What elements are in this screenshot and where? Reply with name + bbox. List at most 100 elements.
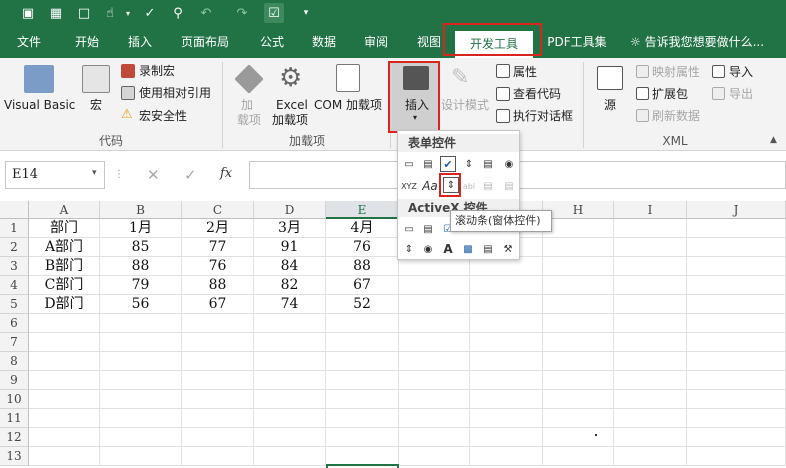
cell-c5[interactable]: 67: [182, 295, 254, 314]
cell-j10[interactable]: [687, 390, 786, 409]
cell-h3[interactable]: [543, 257, 614, 276]
option-button-control-icon[interactable]: ◉: [501, 156, 517, 172]
cell-e5[interactable]: 52: [326, 295, 399, 314]
relative-reference-button[interactable]: 使用相对引用: [139, 86, 211, 100]
cell-g13[interactable]: [470, 447, 543, 466]
row-header-3[interactable]: 3: [0, 257, 29, 276]
cell-h7[interactable]: [543, 333, 614, 352]
customize-quick-access-icon[interactable]: ▾: [296, 3, 316, 23]
cell-h5[interactable]: [543, 295, 614, 314]
cell-i2[interactable]: [614, 238, 687, 257]
cell-j9[interactable]: [687, 371, 786, 390]
activex-label-icon[interactable]: A: [440, 241, 456, 257]
excel-addins-button-line1[interactable]: Excel: [276, 98, 308, 112]
cell-d10[interactable]: [254, 390, 326, 409]
cell-b8[interactable]: [100, 352, 182, 371]
cell-i12[interactable]: [614, 428, 687, 447]
cell-i4[interactable]: [614, 276, 687, 295]
column-header-j[interactable]: J: [687, 201, 786, 219]
list-box-control-icon[interactable]: ▤: [480, 156, 496, 172]
macro-button[interactable]: 宏: [90, 98, 102, 112]
cell-h10[interactable]: [543, 390, 614, 409]
cell-c11[interactable]: [182, 409, 254, 428]
record-macro-button[interactable]: 录制宏: [139, 64, 175, 78]
cell-d1[interactable]: 3月: [254, 219, 326, 238]
cell-h12[interactable]: [543, 428, 614, 447]
cell-e3[interactable]: 88: [326, 257, 399, 276]
cell-f6[interactable]: [399, 314, 470, 333]
cell-d6[interactable]: [254, 314, 326, 333]
properties-button[interactable]: 属性: [513, 65, 537, 79]
activex-toggle-icon[interactable]: ▤: [480, 241, 496, 257]
save-icon[interactable]: ▣: [18, 3, 38, 23]
import-button[interactable]: 导入: [729, 65, 753, 79]
tab-pdf-tools[interactable]: PDF工具集: [543, 27, 611, 58]
cell-e9[interactable]: [326, 371, 399, 390]
cell-b5[interactable]: 56: [100, 295, 182, 314]
activex-option-icon[interactable]: ◉: [420, 241, 436, 257]
cell-d12[interactable]: [254, 428, 326, 447]
row-header-9[interactable]: 9: [0, 371, 29, 390]
combo-box-control-icon[interactable]: ▤: [420, 156, 436, 172]
cell-e10[interactable]: [326, 390, 399, 409]
cell-f8[interactable]: [399, 352, 470, 371]
cancel-icon[interactable]: ✕: [147, 166, 160, 184]
row-header-7[interactable]: 7: [0, 333, 29, 352]
cell-f5[interactable]: [399, 295, 470, 314]
cell-a5[interactable]: D部门: [29, 295, 100, 314]
excel-addins-button-line2[interactable]: 加载项: [272, 113, 308, 127]
cell-j5[interactable]: [687, 295, 786, 314]
cell-b2[interactable]: 85: [100, 238, 182, 257]
cell-g4[interactable]: [470, 276, 543, 295]
tab-insert[interactable]: 插入: [121, 27, 159, 58]
column-header-a[interactable]: A: [29, 201, 100, 219]
cell-c4[interactable]: 88: [182, 276, 254, 295]
activex-image-icon[interactable]: ▩: [460, 241, 476, 257]
addins-button-line1[interactable]: 加: [241, 98, 253, 112]
cell-a7[interactable]: [29, 333, 100, 352]
cell-a9[interactable]: [29, 371, 100, 390]
cell-h6[interactable]: [543, 314, 614, 333]
cell-e4[interactable]: 67: [326, 276, 399, 295]
cell-h11[interactable]: [543, 409, 614, 428]
column-header-c[interactable]: C: [182, 201, 254, 219]
function-icon[interactable]: fx: [220, 166, 232, 181]
cell-g5[interactable]: [470, 295, 543, 314]
row-header-13[interactable]: 13: [0, 447, 29, 466]
cell-a4[interactable]: C部门: [29, 276, 100, 295]
view-code-button[interactable]: 查看代码: [513, 87, 561, 101]
tab-page-layout[interactable]: 页面布局: [174, 27, 236, 58]
row-header-10[interactable]: 10: [0, 390, 29, 409]
cell-j13[interactable]: [687, 447, 786, 466]
cell-a13[interactable]: [29, 447, 100, 466]
cell-f7[interactable]: [399, 333, 470, 352]
cell-j12[interactable]: [687, 428, 786, 447]
cell-c7[interactable]: [182, 333, 254, 352]
cell-f11[interactable]: [399, 409, 470, 428]
com-addins-button[interactable]: COM 加载项: [314, 98, 382, 112]
cell-i3[interactable]: [614, 257, 687, 276]
redo-icon[interactable]: ↷: [232, 3, 252, 23]
cell-g12[interactable]: [470, 428, 543, 447]
cell-e11[interactable]: [326, 409, 399, 428]
cell-e8[interactable]: [326, 352, 399, 371]
design-mode-button[interactable]: 设计模式: [441, 98, 489, 112]
collapse-ribbon-icon[interactable]: ▲: [770, 135, 777, 145]
cell-a10[interactable]: [29, 390, 100, 409]
activex-more-controls-icon[interactable]: ⚒: [500, 241, 516, 257]
cell-b10[interactable]: [100, 390, 182, 409]
cell-d8[interactable]: [254, 352, 326, 371]
cell-d2[interactable]: 91: [254, 238, 326, 257]
cell-b11[interactable]: [100, 409, 182, 428]
cell-b9[interactable]: [100, 371, 182, 390]
cell-i9[interactable]: [614, 371, 687, 390]
cell-f12[interactable]: [399, 428, 470, 447]
cell-h8[interactable]: [543, 352, 614, 371]
cell-c6[interactable]: [182, 314, 254, 333]
cell-a3[interactable]: B部门: [29, 257, 100, 276]
cell-j2[interactable]: [687, 238, 786, 257]
cell-c3[interactable]: 76: [182, 257, 254, 276]
spin-button-control-icon[interactable]: ⇕: [461, 156, 477, 172]
undo-icon[interactable]: ↶: [196, 3, 216, 23]
column-header-d[interactable]: D: [254, 201, 326, 219]
